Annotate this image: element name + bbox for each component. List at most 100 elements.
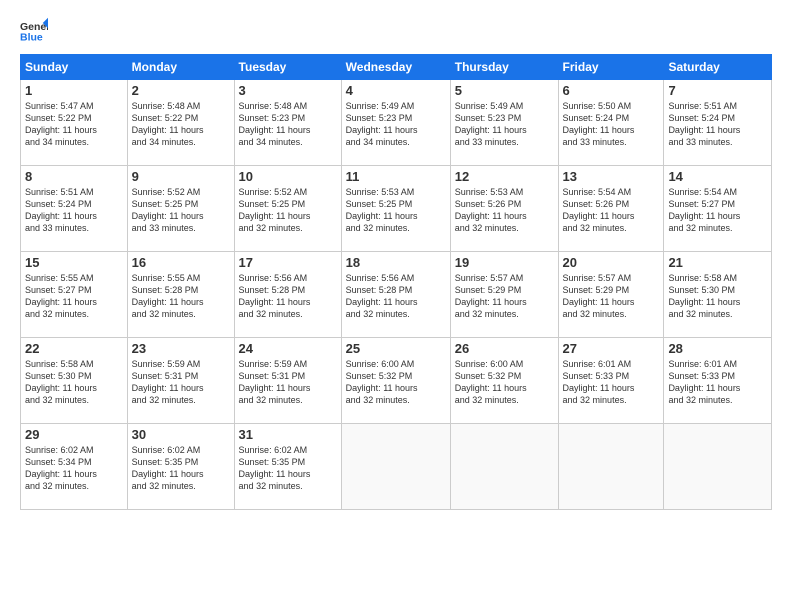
calendar-cell: 3 Sunrise: 5:48 AM Sunset: 5:23 PM Daylig… [234,80,341,166]
calendar-cell: 14Sunrise: 5:54 AM Sunset: 5:27 PM Dayli… [664,166,772,252]
calendar-cell: 12 Sunrise: 5:53 AM Sunset: 5:26 PM Dayli… [450,166,558,252]
calendar-cell: 31 Sunrise: 6:02 AM Sunset: 5:35 PM Dayli… [234,424,341,510]
day-number: 30 [132,427,230,442]
weekday-header: Saturday [664,55,772,80]
day-number: 5 [455,83,554,98]
day-info: Sunrise: 5:50 AM Sunset: 5:24 PM Dayligh… [563,100,660,149]
day-number: 18 [346,255,446,270]
day-info: Sunrise: 5:56 AM Sunset: 5:28 PM Dayligh… [346,272,446,321]
calendar-cell: 23 Sunrise: 5:59 AM Sunset: 5:31 PM Dayli… [127,338,234,424]
calendar-cell [450,424,558,510]
calendar-cell: 5 Sunrise: 5:49 AM Sunset: 5:23 PM Daylig… [450,80,558,166]
day-number: 7 [668,83,767,98]
day-number: 26 [455,341,554,356]
calendar-cell: 16Sunrise: 5:55 AM Sunset: 5:28 PM Dayli… [127,252,234,338]
day-info: Sunrise: 5:59 AM Sunset: 5:31 PM Dayligh… [132,358,230,407]
calendar-cell [664,424,772,510]
day-number: 20 [563,255,660,270]
calendar-cell: 13 Sunrise: 5:54 AM Sunset: 5:26 PM Dayli… [558,166,664,252]
day-number: 19 [455,255,554,270]
day-number: 22 [25,341,123,356]
day-number: 27 [563,341,660,356]
calendar-cell: 8 Sunrise: 5:51 AM Sunset: 5:24 PM Daylig… [21,166,128,252]
day-number: 29 [25,427,123,442]
calendar-cell: 18 Sunrise: 5:56 AM Sunset: 5:28 PM Dayli… [341,252,450,338]
day-number: 28 [668,341,767,356]
day-info: Sunrise: 6:02 AM Sunset: 5:35 PM Dayligh… [132,444,230,493]
calendar-week-row: 22Sunrise: 5:58 AM Sunset: 5:30 PM Dayli… [21,338,772,424]
calendar-cell [341,424,450,510]
day-info: Sunrise: 5:55 AM Sunset: 5:28 PM Dayligh… [132,272,230,321]
day-number: 11 [346,169,446,184]
header: General Blue [20,16,772,44]
day-number: 13 [563,169,660,184]
day-info: Sunrise: 5:48 AM Sunset: 5:23 PM Dayligh… [239,100,337,149]
day-number: 17 [239,255,337,270]
day-info: Sunrise: 6:01 AM Sunset: 5:33 PM Dayligh… [563,358,660,407]
logo-icon: General Blue [20,16,48,44]
day-info: Sunrise: 5:53 AM Sunset: 5:26 PM Dayligh… [455,186,554,235]
day-number: 2 [132,83,230,98]
weekday-header: Thursday [450,55,558,80]
day-info: Sunrise: 6:00 AM Sunset: 5:32 PM Dayligh… [455,358,554,407]
logo: General Blue [20,16,52,44]
calendar-cell: 21Sunrise: 5:58 AM Sunset: 5:30 PM Dayli… [664,252,772,338]
calendar-week-row: 29Sunrise: 6:02 AM Sunset: 5:34 PM Dayli… [21,424,772,510]
calendar-cell: 10Sunrise: 5:52 AM Sunset: 5:25 PM Dayli… [234,166,341,252]
day-info: Sunrise: 5:54 AM Sunset: 5:26 PM Dayligh… [563,186,660,235]
day-number: 25 [346,341,446,356]
day-info: Sunrise: 6:02 AM Sunset: 5:35 PM Dayligh… [239,444,337,493]
weekday-header: Monday [127,55,234,80]
day-info: Sunrise: 5:51 AM Sunset: 5:24 PM Dayligh… [25,186,123,235]
day-info: Sunrise: 5:56 AM Sunset: 5:28 PM Dayligh… [239,272,337,321]
day-number: 6 [563,83,660,98]
day-info: Sunrise: 5:52 AM Sunset: 5:25 PM Dayligh… [132,186,230,235]
day-number: 23 [132,341,230,356]
day-info: Sunrise: 5:49 AM Sunset: 5:23 PM Dayligh… [346,100,446,149]
day-number: 8 [25,169,123,184]
day-number: 15 [25,255,123,270]
day-number: 4 [346,83,446,98]
page: General Blue SundayMondayTuesdayWednesda… [0,0,792,612]
day-number: 3 [239,83,337,98]
day-number: 12 [455,169,554,184]
day-number: 1 [25,83,123,98]
weekday-header: Sunday [21,55,128,80]
calendar-cell: 29Sunrise: 6:02 AM Sunset: 5:34 PM Dayli… [21,424,128,510]
day-info: Sunrise: 5:47 AM Sunset: 5:22 PM Dayligh… [25,100,123,149]
calendar-cell: 30 Sunrise: 6:02 AM Sunset: 5:35 PM Dayli… [127,424,234,510]
day-info: Sunrise: 5:49 AM Sunset: 5:23 PM Dayligh… [455,100,554,149]
calendar-cell: 28 Sunrise: 6:01 AM Sunset: 5:33 PM Dayli… [664,338,772,424]
day-info: Sunrise: 5:59 AM Sunset: 5:31 PM Dayligh… [239,358,337,407]
weekday-header: Tuesday [234,55,341,80]
day-number: 24 [239,341,337,356]
calendar-cell: 17 Sunrise: 5:56 AM Sunset: 5:28 PM Dayli… [234,252,341,338]
day-number: 9 [132,169,230,184]
day-info: Sunrise: 5:51 AM Sunset: 5:24 PM Dayligh… [668,100,767,149]
calendar-cell: 19Sunrise: 5:57 AM Sunset: 5:29 PM Dayli… [450,252,558,338]
calendar-cell: 6 Sunrise: 5:50 AM Sunset: 5:24 PM Daylig… [558,80,664,166]
day-info: Sunrise: 6:00 AM Sunset: 5:32 PM Dayligh… [346,358,446,407]
calendar-cell [558,424,664,510]
day-number: 10 [239,169,337,184]
calendar-cell: 25 Sunrise: 6:00 AM Sunset: 5:32 PM Dayli… [341,338,450,424]
weekday-header: Friday [558,55,664,80]
calendar-cell: 27 Sunrise: 6:01 AM Sunset: 5:33 PM Dayli… [558,338,664,424]
calendar-cell: 2Sunrise: 5:48 AM Sunset: 5:22 PM Daylig… [127,80,234,166]
day-number: 31 [239,427,337,442]
weekday-header: Wednesday [341,55,450,80]
calendar-cell: 11 Sunrise: 5:53 AM Sunset: 5:25 PM Dayli… [341,166,450,252]
calendar-week-row: 1 Sunrise: 5:47 AM Sunset: 5:22 PM Daylig… [21,80,772,166]
weekday-header-row: SundayMondayTuesdayWednesdayThursdayFrid… [21,55,772,80]
day-info: Sunrise: 5:57 AM Sunset: 5:29 PM Dayligh… [563,272,660,321]
day-info: Sunrise: 5:53 AM Sunset: 5:25 PM Dayligh… [346,186,446,235]
day-info: Sunrise: 5:58 AM Sunset: 5:30 PM Dayligh… [668,272,767,321]
day-info: Sunrise: 5:55 AM Sunset: 5:27 PM Dayligh… [25,272,123,321]
day-info: Sunrise: 6:01 AM Sunset: 5:33 PM Dayligh… [668,358,767,407]
calendar-cell: 4 Sunrise: 5:49 AM Sunset: 5:23 PM Daylig… [341,80,450,166]
day-info: Sunrise: 5:54 AM Sunset: 5:27 PM Dayligh… [668,186,767,235]
svg-text:Blue: Blue [20,32,43,44]
calendar-cell: 15 Sunrise: 5:55 AM Sunset: 5:27 PM Dayli… [21,252,128,338]
calendar-cell: 7 Sunrise: 5:51 AM Sunset: 5:24 PM Daylig… [664,80,772,166]
calendar-cell: 22Sunrise: 5:58 AM Sunset: 5:30 PM Dayli… [21,338,128,424]
